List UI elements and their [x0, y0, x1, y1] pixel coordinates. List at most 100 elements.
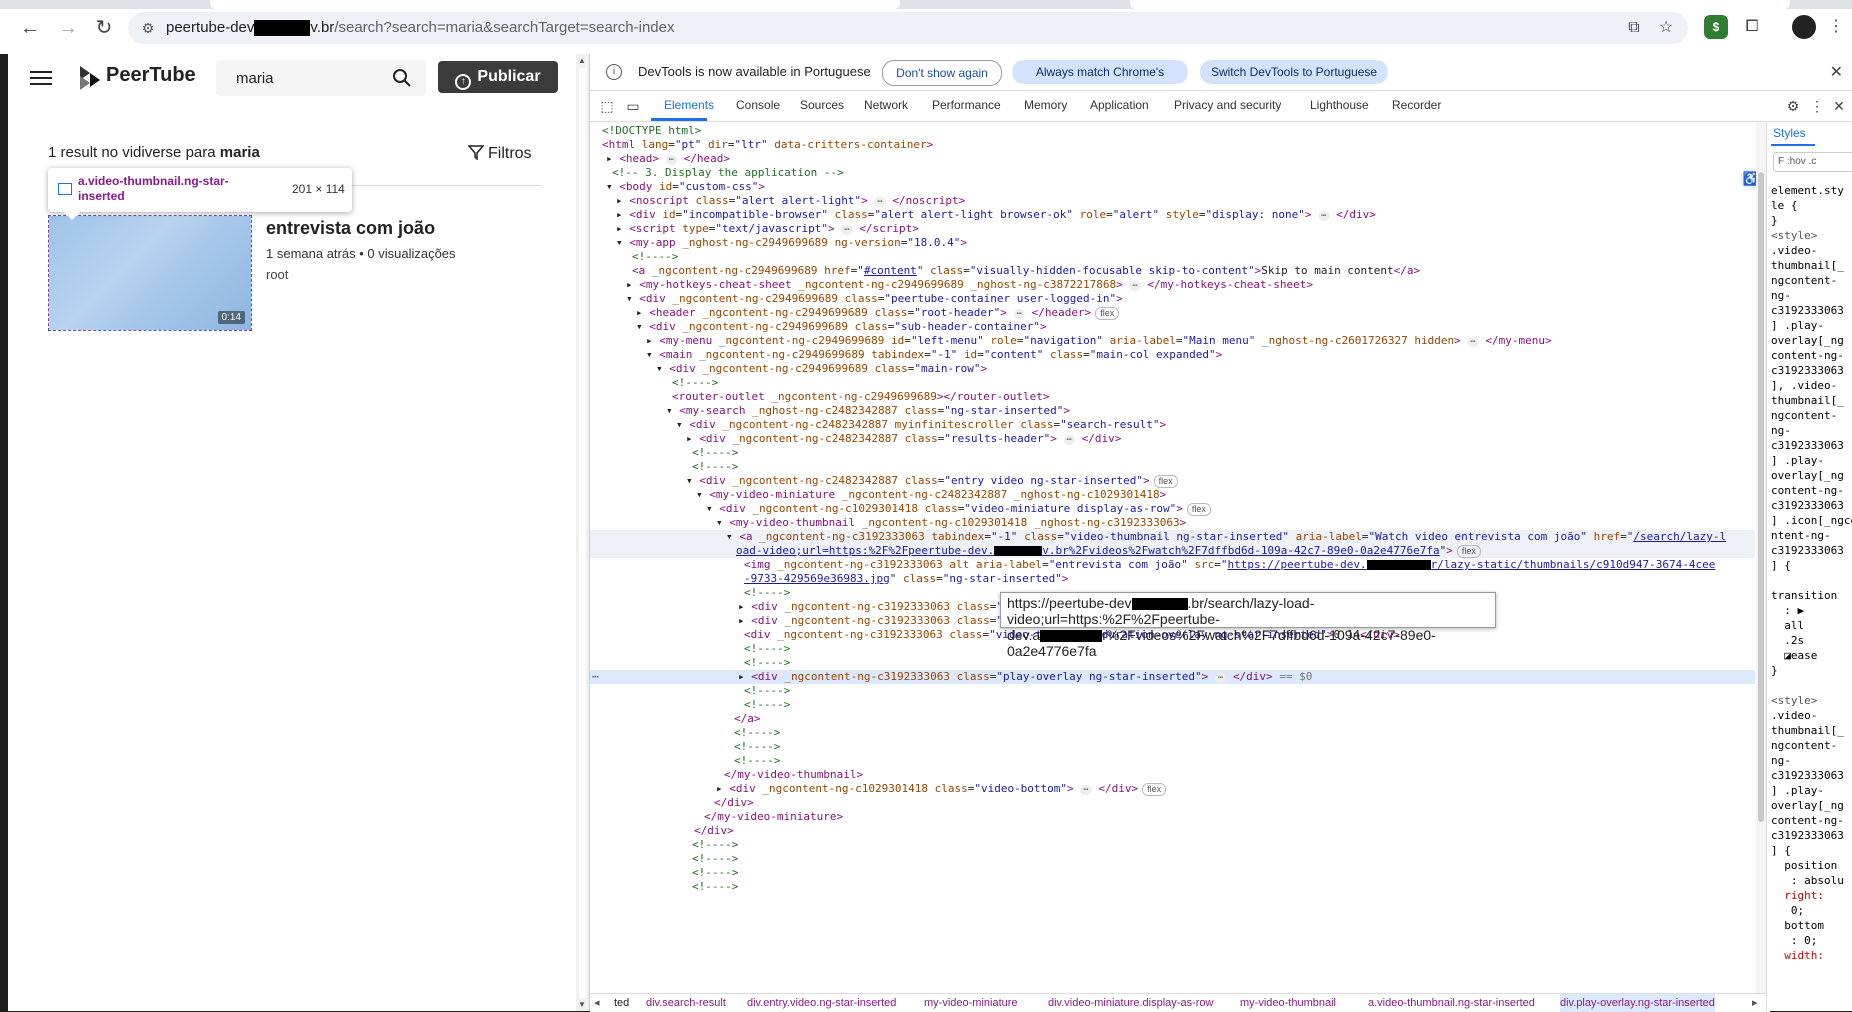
- dom-line[interactable]: <!---->: [692, 866, 738, 880]
- dom-line[interactable]: <!---->: [734, 754, 780, 768]
- dom-line[interactable]: <!---->: [672, 376, 718, 390]
- dom-line[interactable]: </div>: [714, 796, 754, 810]
- install-app-icon[interactable]: ⧉: [1622, 16, 1646, 40]
- style-rule-line[interactable]: c3192333063: [1771, 499, 1852, 512]
- style-rule-line[interactable]: overlay[_ng: [1771, 334, 1852, 347]
- style-rule-line[interactable]: overlay[_ng: [1771, 469, 1852, 482]
- style-rule-line[interactable]: overlay[_ng: [1771, 799, 1852, 812]
- dom-line[interactable]: ▸ <div _ngcontent-ng-c2482342887 class="…: [686, 432, 1121, 446]
- dom-line[interactable]: ▸ <div _ngcontent-ng-c1029301418 class="…: [716, 782, 1167, 796]
- dom-line[interactable]: ▾ <div _ngcontent-ng-c2482342887 myinfin…: [676, 418, 1166, 432]
- close-devtools-icon[interactable]: ✕: [1830, 97, 1848, 115]
- style-rule-line[interactable]: ngcontent-: [1771, 274, 1852, 287]
- dom-line[interactable]: ▸ <my-menu _ngcontent-ng-c2949699689 id=…: [646, 334, 1552, 348]
- settings-gear-icon[interactable]: ⚙: [1784, 97, 1802, 115]
- style-rule-line[interactable]: ] .play-: [1771, 454, 1852, 467]
- search-icon[interactable]: [392, 68, 412, 88]
- switch-devtools-language-button[interactable]: Switch DevTools to Portuguese: [1200, 60, 1388, 84]
- video-title[interactable]: entrevista com joão: [266, 218, 435, 239]
- style-rule-line[interactable]: element.sty: [1771, 184, 1852, 197]
- style-rule-line[interactable]: right:: [1771, 889, 1852, 902]
- dom-line[interactable]: <!---->: [692, 852, 738, 866]
- dom-line[interactable]: <!---->: [734, 740, 780, 754]
- dom-line[interactable]: </div>: [694, 824, 734, 838]
- device-toolbar-icon[interactable]: ▭: [624, 97, 642, 115]
- style-rule-line[interactable]: ntent-ng-: [1771, 529, 1852, 542]
- dom-line[interactable]: ▾ <div _ngcontent-ng-c1029301418 class="…: [706, 502, 1211, 516]
- scrollbar-thumb[interactable]: [579, 68, 586, 998]
- style-rule-line[interactable]: content-ng-: [1771, 349, 1852, 362]
- style-rule-line[interactable]: ] .icon[_ngco: [1771, 514, 1852, 527]
- style-rule-line[interactable]: ng-: [1771, 289, 1852, 302]
- style-rule-line[interactable]: 0;: [1771, 904, 1852, 917]
- dom-line[interactable]: <!---->: [632, 250, 678, 264]
- close-icon[interactable]: ✕: [1830, 62, 1843, 82]
- dom-line[interactable]: ▾ <div _ngcontent-ng-c2482342887 class="…: [686, 474, 1178, 488]
- style-rule-line[interactable]: c3192333063: [1771, 304, 1852, 317]
- dom-line[interactable]: oad-video;url=https:%2F%2Fpeertube-dev. v…: [590, 544, 1755, 558]
- dom-line[interactable]: ▾ <div _ngcontent-ng-c2949699689 class="…: [656, 362, 987, 376]
- dom-line[interactable]: ▾ <my-video-thumbnail _ngcontent-ng-c102…: [716, 516, 1186, 530]
- style-rule-line[interactable]: c3192333063: [1771, 544, 1852, 557]
- scroll-down-icon[interactable]: ▼: [578, 1000, 586, 1009]
- dom-line[interactable]: <!---->: [692, 460, 738, 474]
- dom-line[interactable]: <!---->: [692, 838, 738, 852]
- style-rule-line[interactable]: .video-: [1771, 709, 1852, 722]
- dom-line-menu-icon[interactable]: ⋯: [592, 670, 599, 684]
- style-rule-line[interactable]: all: [1771, 619, 1852, 632]
- elements-tree[interactable]: <!DOCTYPE html> <html lang="pt" dir="ltr…: [590, 122, 1755, 993]
- dom-line[interactable]: <!DOCTYPE html>: [602, 124, 701, 138]
- style-rule-line[interactable]: thumbnail[_: [1771, 259, 1852, 272]
- style-rule-line[interactable]: : ▶: [1771, 604, 1852, 617]
- style-rule-line[interactable]: <style>: [1771, 694, 1852, 707]
- style-rule-line[interactable]: ◪ease: [1771, 649, 1852, 662]
- dom-line[interactable]: ▸ <my-hotkeys-cheat-sheet _ngcontent-ng-…: [626, 278, 1313, 292]
- style-rule-line[interactable]: : absolu: [1771, 874, 1852, 887]
- style-rule-line[interactable]: thumbnail[_: [1771, 394, 1852, 407]
- dom-line[interactable]: ▾ <body id="custom-css">: [606, 180, 765, 194]
- breadcrumb-scroll-right-icon[interactable]: ▸: [1752, 994, 1758, 1012]
- dom-line[interactable]: ▾ <my-video-miniature _ngcontent-ng-c248…: [696, 488, 1166, 502]
- dont-show-again-button[interactable]: Don't show again: [882, 60, 1002, 86]
- dom-line[interactable]: ▾ <main _ngcontent-ng-c2949699689 tabind…: [646, 348, 1222, 362]
- style-rule-line[interactable]: ngcontent-: [1771, 739, 1852, 752]
- style-rule-line[interactable]: c3192333063: [1771, 769, 1852, 782]
- browser-tab[interactable]: [210, 0, 900, 9]
- tab-network[interactable]: Network: [864, 98, 908, 112]
- breadcrumb-scroll-left-icon[interactable]: ◂: [594, 994, 600, 1012]
- style-rule-line[interactable]: le {: [1771, 199, 1852, 212]
- dom-line[interactable]: ▸ <noscript class="alert alert-light"> ⋯…: [616, 194, 965, 208]
- video-channel[interactable]: root: [266, 267, 288, 282]
- dom-line[interactable]: </my-video-miniature>: [704, 810, 843, 824]
- dom-line[interactable]: -9733-429569e36983.jpg" class="ng-star-i…: [744, 572, 1069, 586]
- tab-lighthouse[interactable]: Lighthouse: [1310, 98, 1369, 112]
- inspect-element-icon[interactable]: ⬚: [598, 97, 616, 115]
- site-info-icon[interactable]: ⚙: [138, 18, 158, 38]
- breadcrumb-item[interactable]: a.video-thumbnail.ng-star-inserted: [1368, 994, 1535, 1012]
- dom-line[interactable]: ▸ <head> ⋯ </head>: [606, 152, 730, 166]
- dom-line[interactable]: </my-video-thumbnail>: [724, 768, 863, 782]
- filters-button[interactable]: Filtros: [467, 144, 532, 163]
- reload-icon[interactable]: ↻: [90, 16, 118, 40]
- style-rule-line[interactable]: }: [1771, 664, 1852, 677]
- dom-line[interactable]: ▾ <my-app _nghost-ng-c2949699689 ng-vers…: [616, 236, 967, 250]
- dom-line[interactable]: ▾ <div _ngcontent-ng-c2949699689 class="…: [626, 292, 1123, 306]
- breadcrumb-item[interactable]: my-video-miniature: [924, 994, 1018, 1012]
- tab-elements[interactable]: Elements: [664, 98, 714, 112]
- style-rule-line[interactable]: <style>: [1771, 229, 1852, 242]
- dom-line[interactable]: <!---->: [744, 656, 790, 670]
- breadcrumb-item-selected[interactable]: div.play-overlay.ng-star-inserted: [1560, 994, 1715, 1012]
- breadcrumb-item[interactable]: div.search-result: [646, 994, 726, 1012]
- style-rule-line[interactable]: c3192333063: [1771, 364, 1852, 377]
- tab-sources[interactable]: Sources: [800, 98, 844, 112]
- dom-line[interactable]: <!---->: [692, 880, 738, 894]
- dom-line[interactable]: ▾ <a _ngcontent-ng-c3192333063 tabindex=…: [590, 530, 1755, 544]
- dom-line[interactable]: <html lang="pt" dir="ltr" data-critters-…: [602, 138, 933, 152]
- address-bar[interactable]: ⚙ peertube-dev v.br/search?search=maria&s…: [128, 12, 1688, 44]
- style-rule-line[interactable]: c3192333063: [1771, 829, 1852, 842]
- style-rule-line[interactable]: : 0;: [1771, 934, 1852, 947]
- address-url[interactable]: peertube-dev v.br/search?search=maria&sea…: [166, 19, 675, 37]
- scroll-up-icon[interactable]: ▲: [578, 56, 586, 65]
- breadcrumb-item[interactable]: my-video-thumbnail: [1240, 994, 1336, 1012]
- style-rule-line[interactable]: transition: [1771, 589, 1852, 602]
